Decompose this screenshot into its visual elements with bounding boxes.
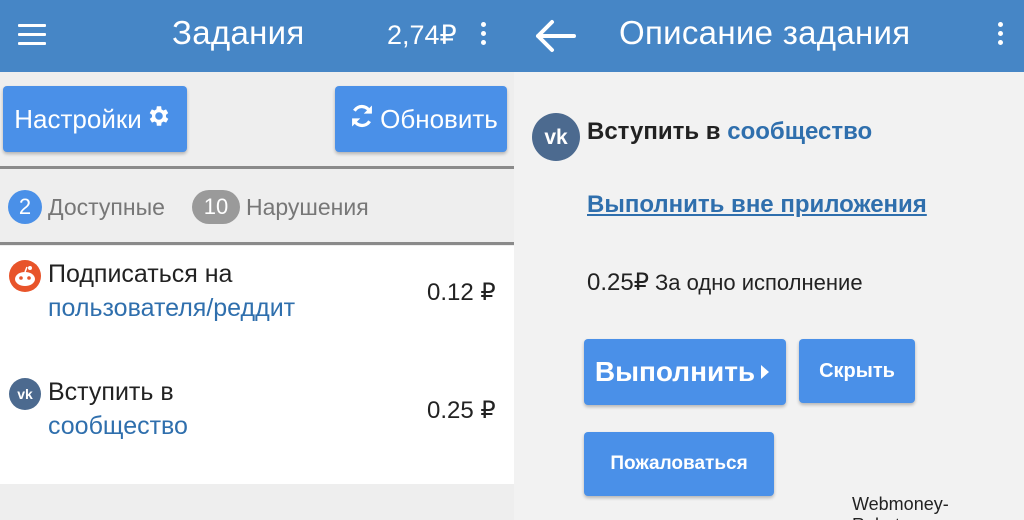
list-item[interactable]: vk Вступить в сообщество 0.25 ₽ xyxy=(0,364,514,482)
task-title-prefix: Вступить в xyxy=(587,118,721,145)
task-tabs: 2 Доступные 10 Нарушения xyxy=(0,170,514,244)
task-price: 0.25 ₽ xyxy=(427,397,496,424)
tasks-title: Задания xyxy=(172,14,305,51)
refresh-icon xyxy=(348,102,376,137)
reward: 0.25₽ За одно исполнение xyxy=(587,268,863,297)
task-line1: Вступить в xyxy=(48,378,174,406)
task-detail-screen: Описание задания vk Вступить в сообществ… xyxy=(514,0,1024,520)
play-arrow-icon xyxy=(759,356,771,388)
refresh-button[interactable]: Обновить xyxy=(335,86,507,152)
hide-button[interactable]: Скрыть xyxy=(799,339,915,403)
svg-text:vk: vk xyxy=(17,386,33,402)
vk-icon: vk xyxy=(9,378,41,410)
settings-label: Настройки xyxy=(14,103,142,134)
report-button[interactable]: Пожаловаться xyxy=(584,432,774,496)
tab-available[interactable]: Доступные xyxy=(48,194,165,221)
gear-icon xyxy=(146,103,172,136)
reward-desc: За одно исполнение xyxy=(654,270,863,295)
overflow-menu-icon[interactable] xyxy=(998,22,1004,50)
watermark: Webmoney-Rabota.ru xyxy=(852,494,949,520)
overflow-menu-icon[interactable] xyxy=(481,22,487,50)
list-item[interactable]: Подписаться на пользователя/реддит 0.12 … xyxy=(0,246,514,364)
divider xyxy=(0,166,514,169)
tab-available-count[interactable]: 2 xyxy=(8,190,42,224)
reddit-icon xyxy=(9,260,41,292)
svg-text:vk: vk xyxy=(544,126,568,149)
detail-appbar: Описание задания xyxy=(514,0,1024,72)
task-title: Вступить в сообщество xyxy=(587,118,872,146)
task-list: Подписаться на пользователя/реддит 0.12 … xyxy=(0,246,514,484)
tasks-screen: Задания 2,74₽ Настройки Обновить 2 Досту… xyxy=(0,0,514,520)
reward-amount: 0.25₽ xyxy=(587,269,649,296)
balance: 2,74₽ xyxy=(387,20,457,50)
vk-icon: vk xyxy=(532,113,580,161)
task-price: 0.12 ₽ xyxy=(427,279,496,306)
tab-violations-count[interactable]: 10 xyxy=(192,190,240,224)
task-line2: пользователя/реддит xyxy=(48,294,296,322)
community-link[interactable]: сообщество xyxy=(727,118,872,145)
task-line1: Подписаться на xyxy=(48,260,233,288)
divider xyxy=(0,242,514,245)
external-link[interactable]: Выполнить вне приложения xyxy=(587,191,927,219)
screen: Задания 2,74₽ Настройки Обновить 2 Досту… xyxy=(0,0,1024,520)
settings-button[interactable]: Настройки xyxy=(3,86,187,152)
menu-icon[interactable] xyxy=(18,24,46,46)
back-arrow-icon[interactable] xyxy=(530,14,578,58)
do-label: Выполнить xyxy=(594,356,756,387)
tab-violations[interactable]: Нарушения xyxy=(246,194,369,221)
hide-label: Скрыть xyxy=(819,359,895,382)
task-line2: сообщество xyxy=(48,412,188,440)
report-label: Пожаловаться xyxy=(610,453,748,474)
detail-title: Описание задания xyxy=(619,14,911,51)
refresh-label: Обновить xyxy=(380,103,498,134)
tasks-appbar: Задания 2,74₽ xyxy=(0,0,514,72)
do-button[interactable]: Выполнить xyxy=(584,339,786,405)
